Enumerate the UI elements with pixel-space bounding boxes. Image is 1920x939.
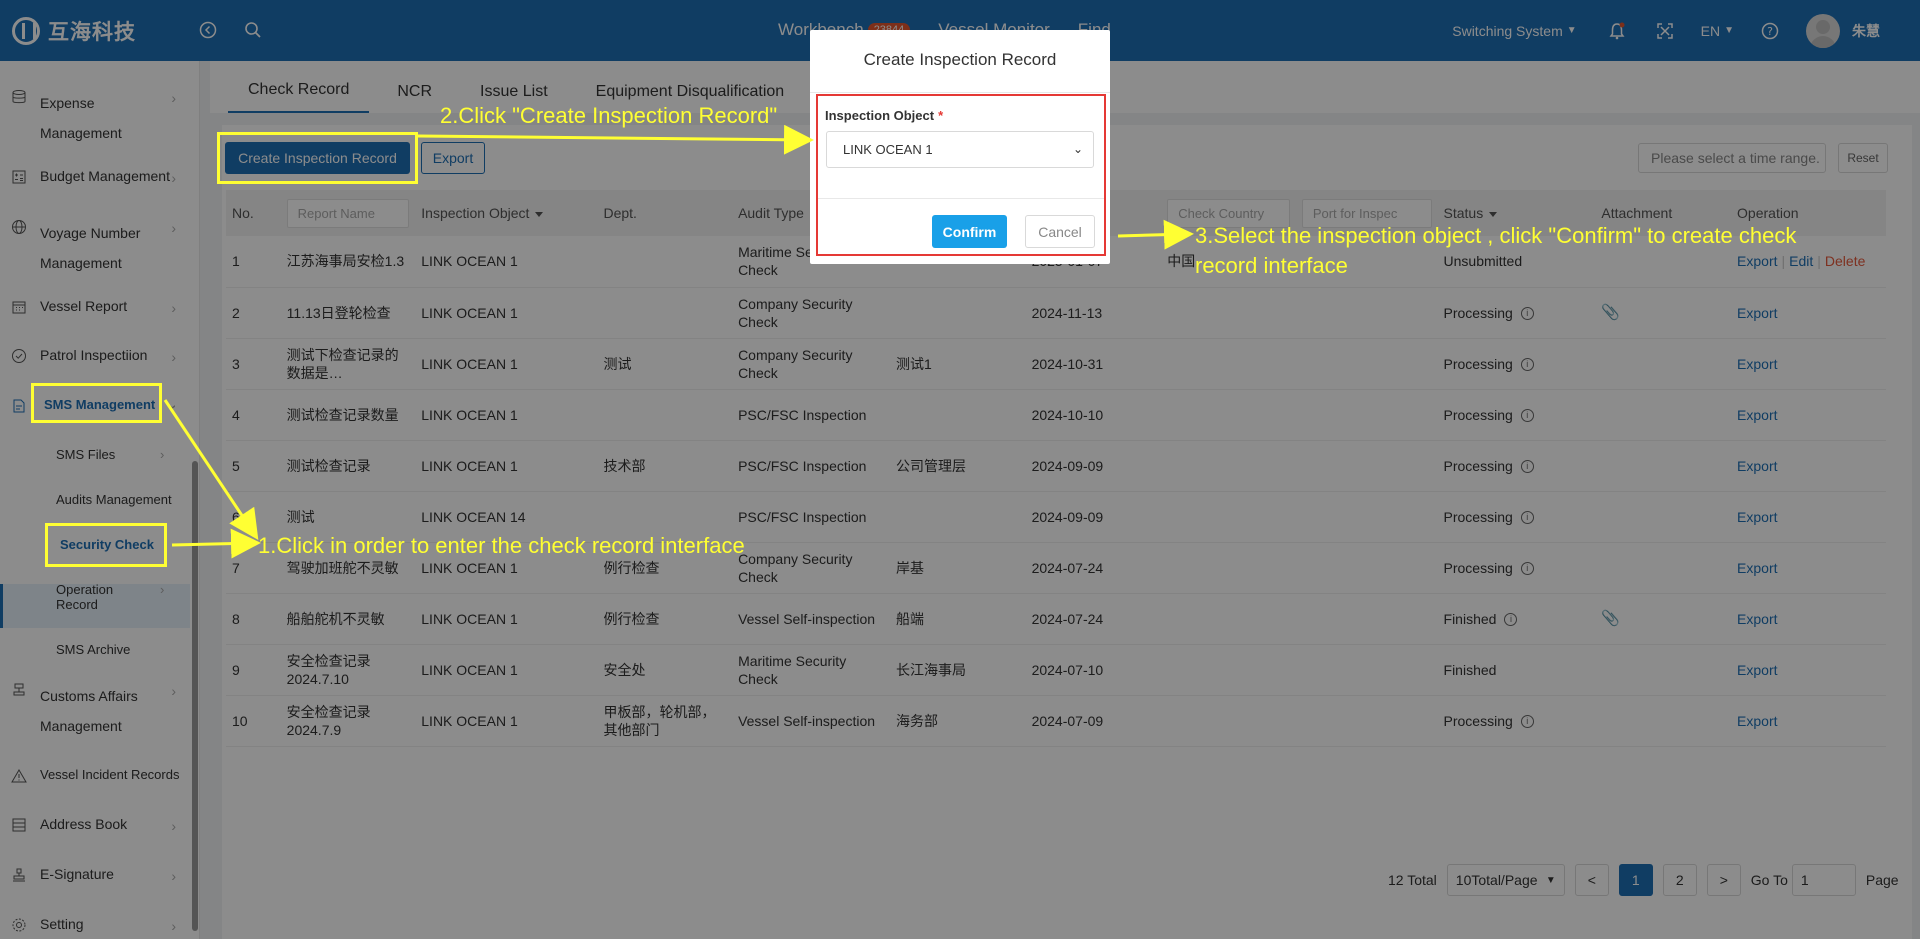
arrow-step1-down	[163, 399, 259, 540]
annotation-step1: 1.Click in order to enter the check reco…	[258, 533, 745, 558]
annotation-arrows	[163, 124, 1194, 559]
annotation-step3-line1: 3.Select the inspection object , click "…	[1195, 223, 1797, 248]
annotation-step2: 2.Click "Create Inspection Record"	[440, 103, 778, 128]
annotation-step3-line2: record interface	[1195, 253, 1348, 278]
arrow-step1-right	[171, 528, 261, 559]
arrow-step3	[1117, 219, 1194, 250]
app-root: 互海科技 Workbench23844 Vessel Monitor Find …	[0, 0, 1920, 939]
arrow-step2	[417, 124, 814, 155]
annotation-step3: 3.Select the inspection object , click "…	[1195, 221, 1796, 281]
